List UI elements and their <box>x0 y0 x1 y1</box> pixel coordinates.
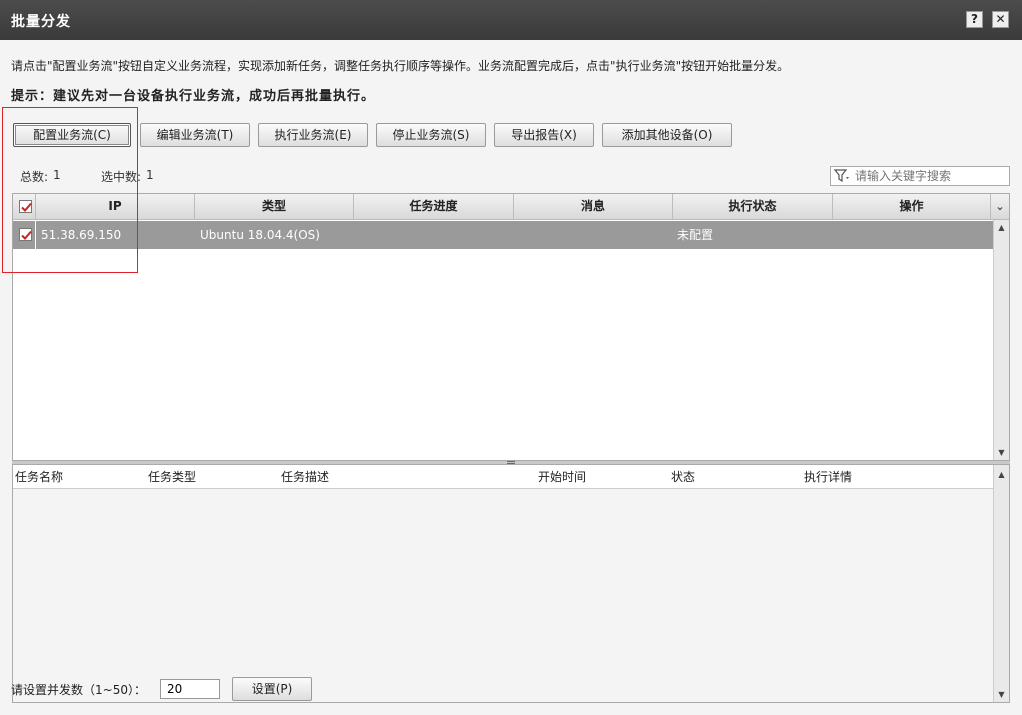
header-progress[interactable]: 任务进度 <box>354 194 514 219</box>
tip-text: 提示：建议先对一台设备执行业务流，成功后再批量执行。 <box>11 89 376 104</box>
configure-workflow-button[interactable]: 配置业务流(C) <box>13 123 131 147</box>
header-task-name[interactable]: 任务名称 <box>15 465 63 489</box>
selected-count-value: 1 <box>146 168 154 182</box>
select-all-checkbox[interactable] <box>19 200 32 213</box>
scroll-up-icon[interactable]: ▲ <box>994 220 1009 235</box>
row-ip: 51.38.69.150 <box>41 228 122 242</box>
header-exec-detail[interactable]: 执行详情 <box>804 465 852 489</box>
check-icon <box>21 230 32 240</box>
scroll-down-icon[interactable]: ▼ <box>994 445 1009 460</box>
close-button[interactable]: ✕ <box>992 11 1009 28</box>
title-bar: 批量分发 ? ✕ <box>0 0 1022 40</box>
help-button[interactable]: ? <box>966 11 983 28</box>
row-divider <box>35 221 36 249</box>
header-type[interactable]: 类型 <box>195 194 354 219</box>
total-count-value: 1 <box>53 168 61 182</box>
header-message[interactable]: 消息 <box>514 194 673 219</box>
task-table-header: 任务名称 任务类型 任务描述 开始时间 状态 执行详情 <box>13 465 993 489</box>
concurrency-input[interactable] <box>160 679 220 699</box>
row-checkbox[interactable] <box>19 228 32 241</box>
total-count-label: 总数: <box>20 170 49 184</box>
task-table: 任务名称 任务类型 任务描述 开始时间 状态 执行详情 ▲ ▼ <box>12 465 1010 703</box>
scroll-down-icon[interactable]: ▼ <box>994 687 1009 702</box>
edit-workflow-button[interactable]: 编辑业务流(T) <box>140 123 250 147</box>
row-status: 未配置 <box>677 228 714 242</box>
header-task-status[interactable]: 状态 <box>671 465 695 489</box>
splitter-grip-icon[interactable] <box>507 461 515 464</box>
export-report-button[interactable]: 导出报告(X) <box>494 123 594 147</box>
set-concurrency-button[interactable]: 设置(P) <box>232 677 312 701</box>
device-table-header: IP 类型 任务进度 消息 执行状态 操作 ⌄ <box>13 194 1009 220</box>
row-type: Ubuntu 18.04.4(OS) <box>200 228 320 242</box>
check-icon <box>21 202 32 212</box>
filter-icon <box>834 169 849 183</box>
window-title: 批量分发 <box>11 14 71 30</box>
device-table: IP 类型 任务进度 消息 执行状态 操作 ⌄ 51.38.69.150 Ubu… <box>12 193 1010 461</box>
device-table-scrollbar[interactable]: ▲ ▼ <box>993 220 1009 460</box>
header-action[interactable]: 操作 <box>833 194 991 219</box>
search-box[interactable] <box>830 166 1010 186</box>
concurrency-label: 请设置并发数（1~50）： <box>11 683 146 697</box>
add-other-device-button[interactable]: 添加其他设备(O) <box>602 123 732 147</box>
instructions-text: 请点击"配置业务流"按钮自定义业务流程，实现添加新任务，调整任务执行顺序等操作。… <box>11 59 790 73</box>
header-status[interactable]: 执行状态 <box>673 194 833 219</box>
selected-count-label: 选中数: <box>101 170 142 184</box>
table-row[interactable]: 51.38.69.150 Ubuntu 18.04.4(OS) 未配置 <box>13 221 993 249</box>
header-start-time[interactable]: 开始时间 <box>538 465 586 489</box>
task-table-scrollbar[interactable]: ▲ ▼ <box>993 465 1009 702</box>
column-menu-icon[interactable]: ⌄ <box>991 194 1009 219</box>
header-task-desc[interactable]: 任务描述 <box>281 465 329 489</box>
stop-workflow-button[interactable]: 停止业务流(S) <box>376 123 486 147</box>
execute-workflow-button[interactable]: 执行业务流(E) <box>258 123 368 147</box>
scroll-up-icon[interactable]: ▲ <box>994 467 1009 482</box>
dialog-body: 请点击"配置业务流"按钮自定义业务流程，实现添加新任务，调整任务执行顺序等操作。… <box>0 40 1022 715</box>
header-task-type[interactable]: 任务类型 <box>148 465 196 489</box>
header-ip[interactable]: IP <box>36 194 195 219</box>
search-input[interactable] <box>855 168 1005 184</box>
